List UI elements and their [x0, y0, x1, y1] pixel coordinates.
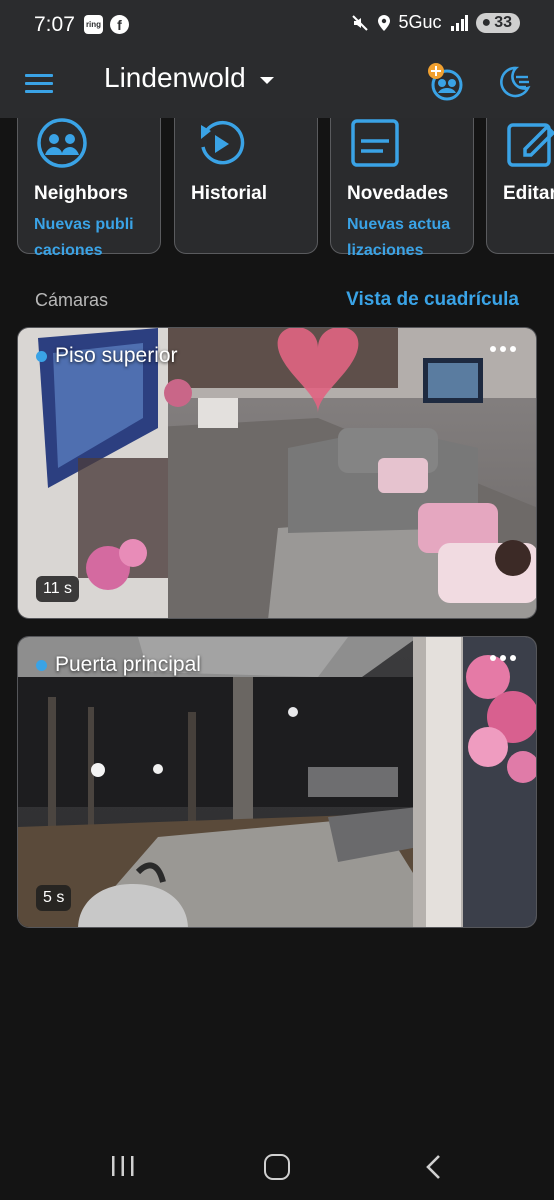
back-icon[interactable]: [424, 1154, 442, 1180]
mode-moon-icon[interactable]: [494, 62, 534, 102]
camera-name: Piso superior: [55, 344, 178, 367]
tile-neighbors-subtitle: Nuevas publi caciones: [34, 216, 134, 258]
edit-icon: [507, 123, 554, 167]
recent-apps-icon[interactable]: [111, 1155, 135, 1177]
home-icon[interactable]: [264, 1154, 290, 1180]
location-name: Lindenwold: [104, 62, 246, 93]
battery-level: 33: [494, 13, 512, 31]
camera-name-row: Piso superior: [36, 344, 178, 368]
news-icon: [351, 119, 399, 167]
add-device-icon[interactable]: [424, 61, 466, 103]
status-time: 7:07: [34, 13, 75, 36]
tile-neighbors-title: Neighbors: [34, 183, 128, 204]
camera-name: Puerta principal: [55, 653, 201, 676]
status-bar: 7:07 ring f 5Guc ● 33: [0, 0, 554, 50]
camera-card-piso-superior[interactable]: Piso superior 11 s: [17, 327, 537, 619]
facebook-app-icon: f: [110, 15, 129, 34]
history-icon: [201, 120, 245, 165]
more-options-icon[interactable]: [490, 655, 516, 661]
camera-feed-image: [18, 328, 536, 618]
signal-icon: [450, 14, 468, 31]
system-nav-bar: [0, 1132, 554, 1200]
camera-card-puerta-principal[interactable]: Puerta principal 5 s: [17, 636, 537, 928]
live-status-dot: [36, 659, 47, 671]
battery-saver-icon: ●: [481, 13, 492, 31]
grid-view-link[interactable]: Vista de cuadrícula: [346, 289, 519, 311]
ring-app-icon: ring: [84, 15, 103, 34]
network-label: 5Guc: [398, 12, 442, 32]
chevron-down-icon: [259, 76, 274, 84]
battery-indicator: ● 33: [475, 12, 520, 33]
snapshot-age-badge: 11 s: [36, 576, 80, 602]
quick-tiles-row: Neighbors Nuevas publi caciones Historia…: [0, 118, 554, 258]
tile-news-subtitle: Nuevas actua lizaciones: [347, 216, 451, 258]
camera-feed-image: [18, 637, 536, 927]
tile-news-title: Novedades: [347, 183, 449, 204]
neighbors-icon: [37, 118, 87, 168]
status-app-icons: ring f: [84, 15, 129, 34]
tile-edit-title: Editar: [503, 183, 554, 204]
snapshot-age-badge: 5 s: [36, 885, 72, 911]
tile-news[interactable]: Novedades Nuevas actua lizaciones: [330, 118, 474, 258]
cameras-section-title: Cámaras: [35, 290, 109, 310]
mute-icon: [351, 14, 368, 31]
tile-edit[interactable]: Editar: [486, 118, 554, 254]
location-icon: [377, 14, 390, 31]
tile-neighbors[interactable]: Neighbors Nuevas publi caciones: [17, 118, 161, 258]
more-options-icon[interactable]: [490, 346, 516, 352]
status-indicators: 5Guc ● 33: [351, 12, 520, 33]
live-status-dot: [36, 350, 47, 362]
camera-name-row: Puerta principal: [36, 653, 201, 677]
menu-icon[interactable]: [24, 68, 54, 98]
tile-history[interactable]: Historial: [174, 118, 318, 254]
app-header: Lindenwold: [0, 50, 554, 118]
location-selector[interactable]: Lindenwold: [104, 62, 274, 94]
tile-history-title: Historial: [191, 183, 268, 204]
